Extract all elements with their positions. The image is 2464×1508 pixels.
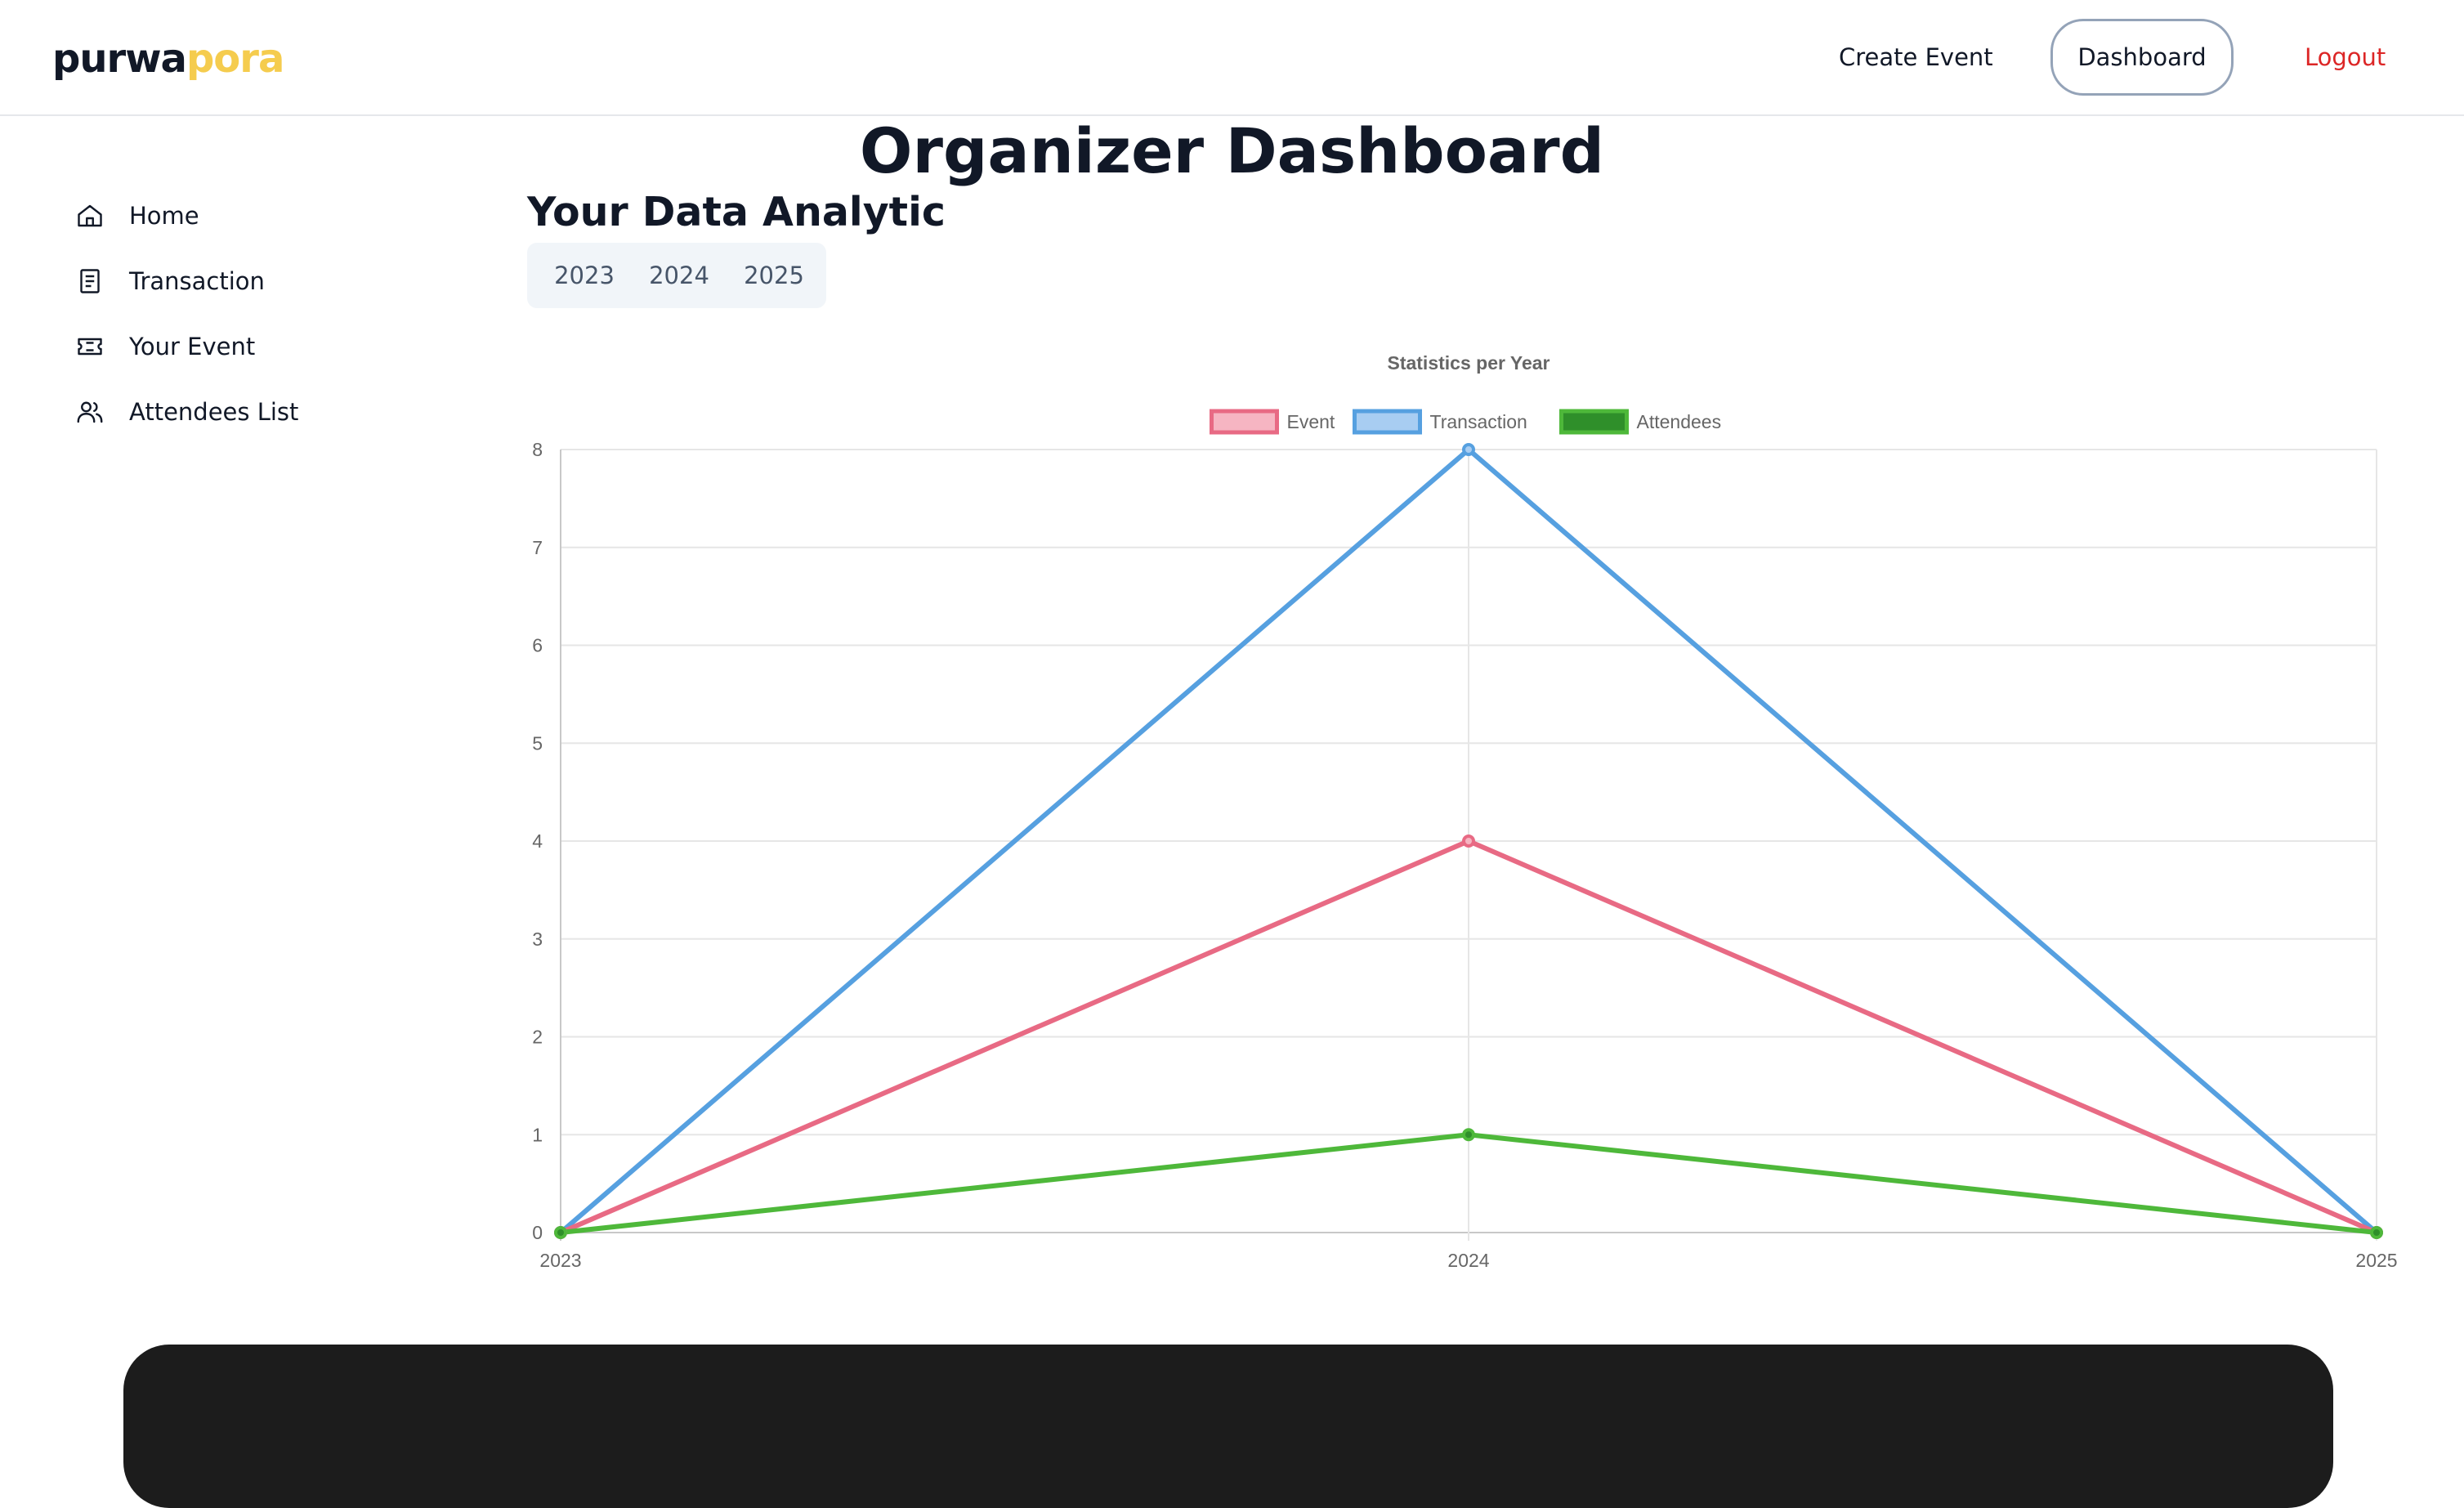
brand-logo-part1: purwa (52, 36, 187, 82)
section-title: Your Data Analytic (527, 189, 946, 235)
sidebar-item-label: Attendees List (129, 398, 299, 426)
tab-year-2023[interactable]: 2023 (537, 262, 632, 289)
brand-logo-part2: pora (186, 36, 284, 82)
brand-logo[interactable]: purwapora (52, 33, 284, 85)
legend-swatch-transaction (1353, 409, 1422, 435)
tab-year-2025[interactable]: 2025 (727, 262, 821, 289)
sidebar-item-transaction[interactable]: Transaction (75, 261, 265, 302)
x-tick-label: 2025 (2355, 1250, 2397, 1271)
data-point-transaction (1462, 443, 1475, 456)
sidebar-item-label: Your Event (129, 333, 256, 360)
y-tick-label: 2 (532, 1027, 543, 1048)
legend-swatch-event (1210, 409, 1279, 435)
statistics-chart-svg: Statistics per Year Event Transaction Atten… (532, 352, 2397, 1271)
create-event-link[interactable]: Create Event (1839, 39, 1993, 75)
y-tick-label: 5 (532, 732, 543, 754)
legend-swatch-attendees (1559, 409, 1629, 435)
receipt-icon (80, 269, 100, 293)
y-tick-label: 4 (532, 830, 543, 852)
sidebar-item-label: Home (129, 202, 199, 230)
statistics-chart: Statistics per Year Event Transaction Atten… (490, 343, 2452, 1283)
y-tick-label: 0 (532, 1222, 543, 1243)
x-tick-label: 2023 (539, 1250, 581, 1271)
y-tick-label: 7 (532, 537, 543, 558)
page-title: Organizer Dashboard (859, 114, 1605, 187)
data-point-attendees (2370, 1226, 2383, 1239)
y-tick-label: 3 (532, 929, 543, 950)
logout-link[interactable]: Logout (2305, 39, 2386, 75)
y-tick-label: 6 (532, 635, 543, 656)
top-navbar: purwapora Create Event Dashboard Logout (0, 0, 2464, 116)
ticket-icon (78, 338, 102, 356)
y-tick-label: 1 (532, 1124, 543, 1145)
sidebar-item-your-event[interactable]: Your Event (75, 326, 255, 367)
legend-label-transaction: Transaction (1430, 411, 1527, 432)
x-tick-label: 2024 (1447, 1250, 1489, 1271)
chart-title: Statistics per Year (1387, 352, 1550, 374)
sidebar-item-label: Transaction (129, 267, 265, 295)
sidebar-item-attendees-list[interactable]: Attendees List (75, 392, 298, 432)
sidebar-item-home[interactable]: Home (75, 195, 199, 236)
year-tab-list: 2023 2024 2025 (527, 243, 826, 308)
data-point-event (1462, 835, 1475, 848)
y-tick-label: 8 (532, 439, 543, 460)
legend-label-event: Event (1287, 411, 1335, 432)
data-point-attendees (554, 1226, 567, 1239)
users-icon (77, 401, 103, 423)
dashboard-button[interactable]: Dashboard (2050, 19, 2234, 96)
tab-year-2024[interactable]: 2024 (632, 262, 727, 289)
legend-label-attendees: Attendees (1637, 411, 1722, 432)
data-point-attendees (1462, 1128, 1475, 1142)
home-icon (78, 204, 102, 227)
footer (123, 1345, 2333, 1508)
